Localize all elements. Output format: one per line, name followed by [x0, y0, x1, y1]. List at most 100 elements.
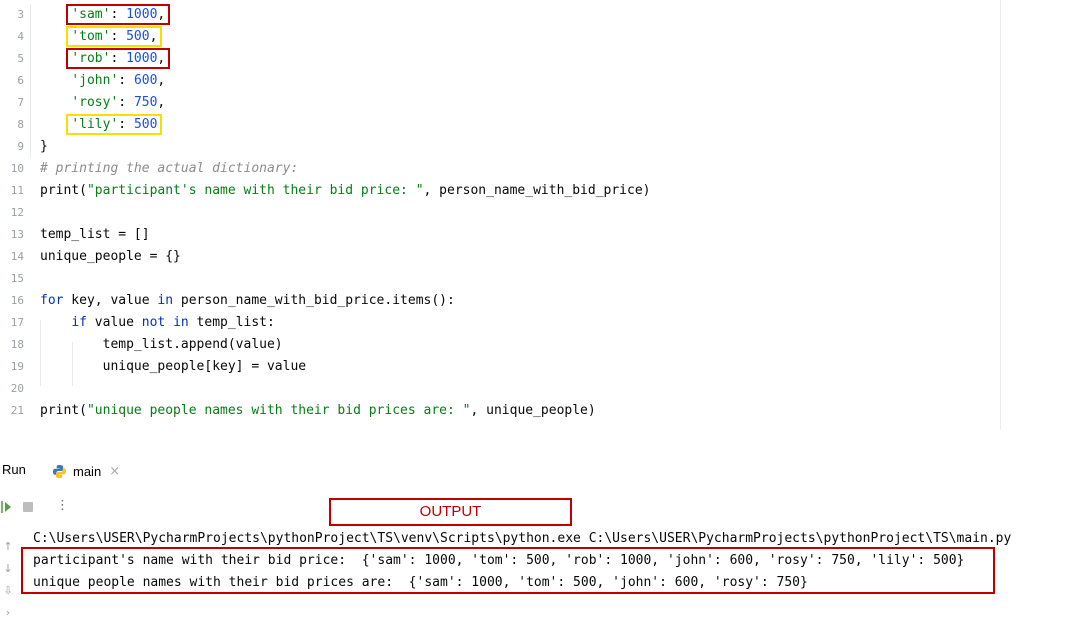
dict-value: 1000 [126, 51, 158, 66]
dict-entry-line: 'rob': 1000, [40, 48, 1092, 70]
dict-key: 'sam' [71, 7, 111, 22]
line-number: 3 [17, 8, 24, 21]
comma: , [157, 7, 166, 22]
dict-entry-line: 'john': 600, [40, 70, 1092, 92]
line-number: 5 [17, 52, 24, 65]
assign-line: unique_people[key] = value [40, 356, 1092, 378]
dict-entry-line: 'rosy': 750, [40, 92, 1092, 114]
for-loop-line: for key, value in person_name_with_bid_p… [40, 290, 1092, 312]
dict-key: 'lily' [71, 117, 119, 132]
comma: , [157, 95, 166, 110]
comma: , [149, 29, 158, 44]
line-number: 9 [17, 140, 24, 153]
print-call: print( [40, 183, 87, 198]
colon: : [118, 95, 134, 110]
line-number: 19 [10, 360, 24, 373]
dict-entry-line: 'sam': 1000, [40, 4, 1092, 26]
expand-icon[interactable]: › [0, 602, 16, 624]
highlight-box-yellow: 'tom': 500, [66, 26, 163, 47]
print-args: , person_name_with_bid_price) [423, 183, 651, 198]
python-icon [52, 464, 67, 478]
unique-people-line: unique_people = {} [40, 249, 181, 264]
run-tab-bar: Run main × [0, 452, 1092, 488]
line-number-gutter: 3 4 5 6 7 8 9 10 11 12 13 14 15 16 17 18… [0, 4, 24, 422]
highlight-box-red: 'rob': 1000, [66, 48, 171, 69]
line-number: 12 [10, 206, 24, 219]
assign-statement: unique_people[key] = value [102, 359, 307, 374]
line-number: 4 [17, 30, 24, 43]
print-call: print( [40, 403, 87, 418]
line-number: 8 [17, 118, 24, 131]
keyword-not: not [141, 315, 166, 330]
keyword-if: if [71, 315, 87, 330]
colon: : [118, 117, 134, 132]
line-number: 6 [17, 74, 24, 87]
dict-value: 600 [133, 73, 158, 88]
comment-line: # printing the actual dictionary: [40, 161, 299, 176]
if-var: value [86, 315, 142, 330]
code-area[interactable]: 'sam': 1000, 'tom': 500, 'rob': 1000, 'j… [40, 4, 1092, 422]
tab-main[interactable]: main × [52, 460, 120, 482]
line-number: 21 [10, 404, 24, 417]
dict-entry-line: 'tom': 500, [40, 26, 1092, 48]
fold-guide [30, 4, 31, 158]
line-number: 13 [10, 228, 24, 241]
dict-value: 500 [133, 117, 158, 132]
line-number: 15 [10, 272, 24, 285]
loop-vars: key, value [63, 293, 158, 308]
more-options-icon[interactable]: ⋮ [56, 498, 69, 513]
dict-entry-line: 'lily': 500 [40, 114, 1092, 136]
append-statement: temp_list.append(value) [102, 337, 283, 352]
dict-value: 1000 [126, 7, 158, 22]
code-editor[interactable]: 3 4 5 6 7 8 9 10 11 12 13 14 15 16 17 18… [0, 0, 1092, 430]
output-highlight-box [21, 547, 995, 594]
line-number: 18 [10, 338, 24, 351]
temp-list-line: temp_list = [] [40, 227, 150, 242]
highlight-box-yellow: 'lily': 500 [66, 114, 163, 135]
dict-value: 500 [126, 29, 150, 44]
if-target: temp_list: [188, 315, 275, 330]
colon: : [110, 51, 127, 66]
print-line: print("unique people names with their bi… [40, 400, 1092, 422]
loop-iterable: person_name_with_bid_price.items(): [173, 293, 455, 308]
line-number: 7 [17, 96, 24, 109]
dict-value: 750 [133, 95, 158, 110]
append-line: temp_list.append(value) [40, 334, 1092, 356]
line-number: 20 [10, 382, 24, 395]
colon: : [110, 29, 127, 44]
line-number: 11 [10, 184, 24, 197]
run-tool-window[interactable]: Run main × ⋮ OUTPUT ↑ ↓ ⇩ › C:\Users\USE… [0, 452, 1092, 619]
rerun-icon[interactable] [0, 500, 12, 514]
line-number: 16 [10, 294, 24, 307]
scroll-up-icon[interactable]: ↑ [0, 536, 16, 558]
print-line: print("participant's name with their bid… [40, 180, 1092, 202]
dict-key: 'rosy' [71, 95, 119, 110]
indent-guide [72, 342, 73, 386]
dict-key: 'john' [71, 73, 119, 88]
keyword-in: in [173, 315, 189, 330]
comma: , [157, 73, 166, 88]
tab-label: main [73, 463, 102, 479]
colon: : [110, 7, 127, 22]
close-icon[interactable]: × [109, 464, 120, 479]
keyword-in: in [157, 293, 174, 308]
dict-key: 'rob' [71, 51, 111, 66]
indent-guide [40, 320, 41, 386]
stop-icon[interactable] [22, 501, 34, 513]
closing-brace-line: } [40, 139, 48, 154]
highlight-box-red: 'sam': 1000, [66, 4, 171, 25]
print-string: "unique people names with their bid pric… [86, 403, 471, 418]
print-string: "participant's name with their bid price… [86, 183, 424, 198]
line-number: 17 [10, 316, 24, 329]
line-number: 10 [10, 162, 24, 175]
colon: : [118, 73, 134, 88]
comma: , [157, 51, 166, 66]
run-panel-title: Run [2, 462, 26, 477]
keyword-for: for [40, 293, 64, 308]
soft-wrap-icon[interactable]: ⇩ [0, 580, 16, 602]
scroll-down-icon[interactable]: ↓ [0, 558, 16, 580]
dict-key: 'tom' [71, 29, 111, 44]
